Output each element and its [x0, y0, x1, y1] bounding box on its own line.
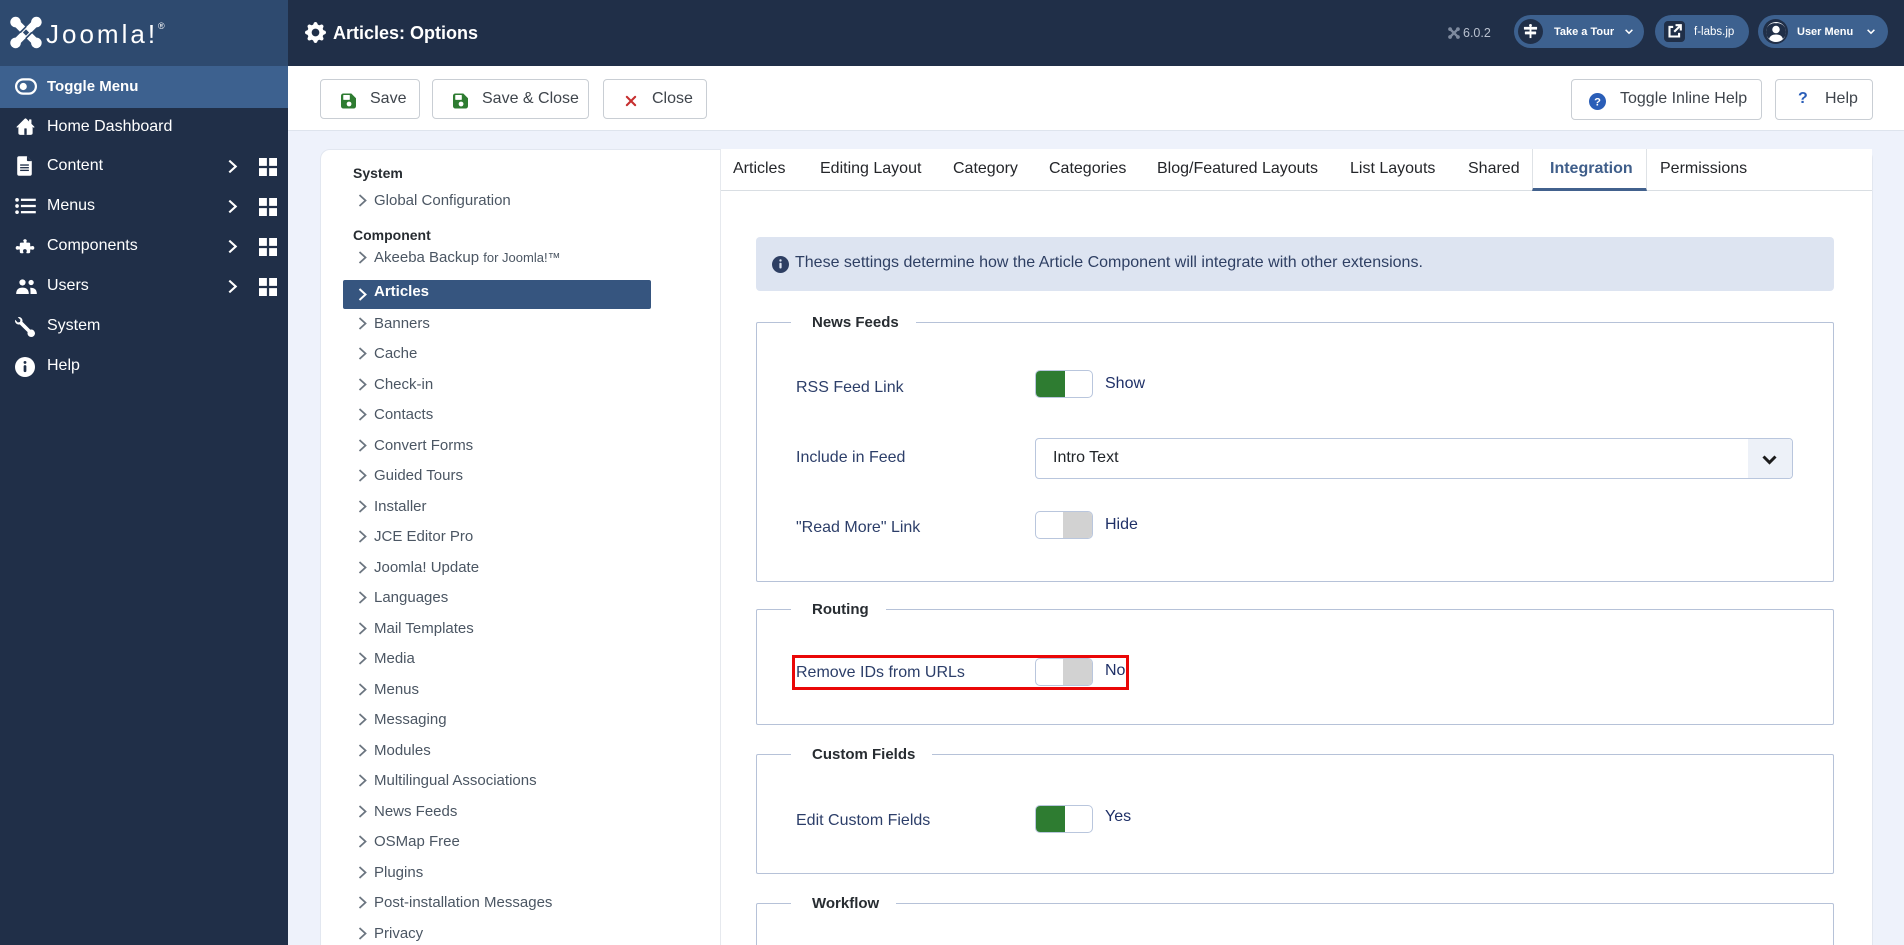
svg-text:?: ? [1594, 97, 1601, 109]
